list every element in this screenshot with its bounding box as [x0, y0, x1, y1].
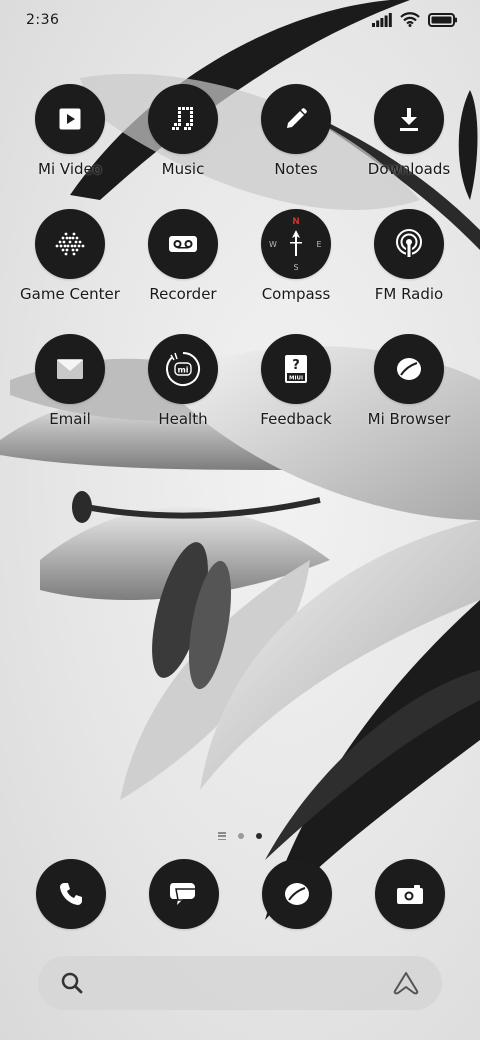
play-icon: [59, 108, 81, 130]
music-icon: [172, 107, 193, 130]
app-notes[interactable]: Notes: [239, 84, 353, 196]
app-label: Game Center: [20, 285, 120, 303]
phone-icon: [60, 883, 82, 905]
radio-icon: [396, 229, 422, 258]
search-icon: [61, 972, 83, 994]
page-dot: [238, 833, 244, 839]
status-time: 2:36: [26, 12, 60, 28]
camera-icon: [397, 885, 423, 904]
page-dot-active: [256, 833, 262, 839]
app-label: Feedback: [260, 410, 332, 428]
signal-icon: [372, 12, 392, 27]
compass-icon: N E S W: [269, 217, 321, 272]
app-music[interactable]: Music: [126, 84, 240, 196]
compass-south-label: S: [293, 263, 298, 272]
app-label: Compass: [261, 285, 331, 303]
app-label: Music: [161, 160, 205, 178]
compass-east-label: E: [316, 240, 321, 249]
app-compass[interactable]: N E S W Compass: [239, 209, 353, 321]
search-bar[interactable]: [38, 956, 442, 1010]
compass-west-label: W: [269, 240, 277, 249]
page-indicator[interactable]: [0, 830, 480, 842]
app-label: Health: [158, 410, 208, 428]
envelope-icon: [57, 359, 83, 379]
app-mi-video[interactable]: Mi Video: [13, 84, 127, 196]
feedback-question-glyph: ?: [292, 358, 300, 373]
feedback-miui-text: MIUI: [289, 376, 303, 382]
home-screen: 2:36 Mi Video Music Notes Downloads Game…: [0, 0, 480, 1040]
compass-north-label: N: [292, 217, 300, 227]
app-label: Mi Video: [38, 160, 102, 178]
app-fm-radio[interactable]: FM Radio: [352, 209, 466, 321]
app-label: Recorder: [149, 285, 217, 303]
battery-icon: [428, 12, 457, 27]
app-list-indicator: [218, 832, 226, 840]
voicemail-icon: [169, 236, 197, 252]
app-email[interactable]: Email: [13, 334, 127, 446]
app-downloads[interactable]: Downloads: [352, 84, 466, 196]
download-icon: [400, 108, 418, 131]
browser-icon: [285, 883, 309, 905]
app-mi-browser[interactable]: Mi Browser: [352, 334, 466, 446]
dock-phone[interactable]: [36, 859, 106, 929]
app-label: Email: [49, 410, 91, 428]
status-icons: [372, 12, 458, 27]
app-feedback[interactable]: ? MIUI Feedback: [239, 334, 353, 446]
app-label: Downloads: [367, 160, 451, 178]
space-invader-icon: [55, 232, 85, 256]
app-label: FM Radio: [374, 285, 444, 303]
health-mi-text: mi: [177, 366, 188, 375]
app-label: Notes: [274, 160, 318, 178]
app-health[interactable]: mi Health: [126, 334, 240, 446]
pencil-icon: [287, 108, 307, 128]
browser-icon: [397, 358, 421, 380]
assistant-icon[interactable]: [392, 970, 420, 996]
dock-messages[interactable]: [149, 859, 219, 929]
app-game-center[interactable]: Game Center: [13, 209, 127, 321]
messages-icon: [170, 883, 199, 906]
status-bar: 2:36: [0, 0, 480, 44]
wifi-icon: [400, 12, 420, 27]
app-label: Mi Browser: [367, 410, 451, 428]
app-recorder[interactable]: Recorder: [126, 209, 240, 321]
mi-health-icon: mi: [166, 352, 201, 386]
feedback-icon: ? MIUI: [285, 355, 307, 383]
dock-camera[interactable]: [375, 859, 445, 929]
dock-browser[interactable]: [262, 859, 332, 929]
